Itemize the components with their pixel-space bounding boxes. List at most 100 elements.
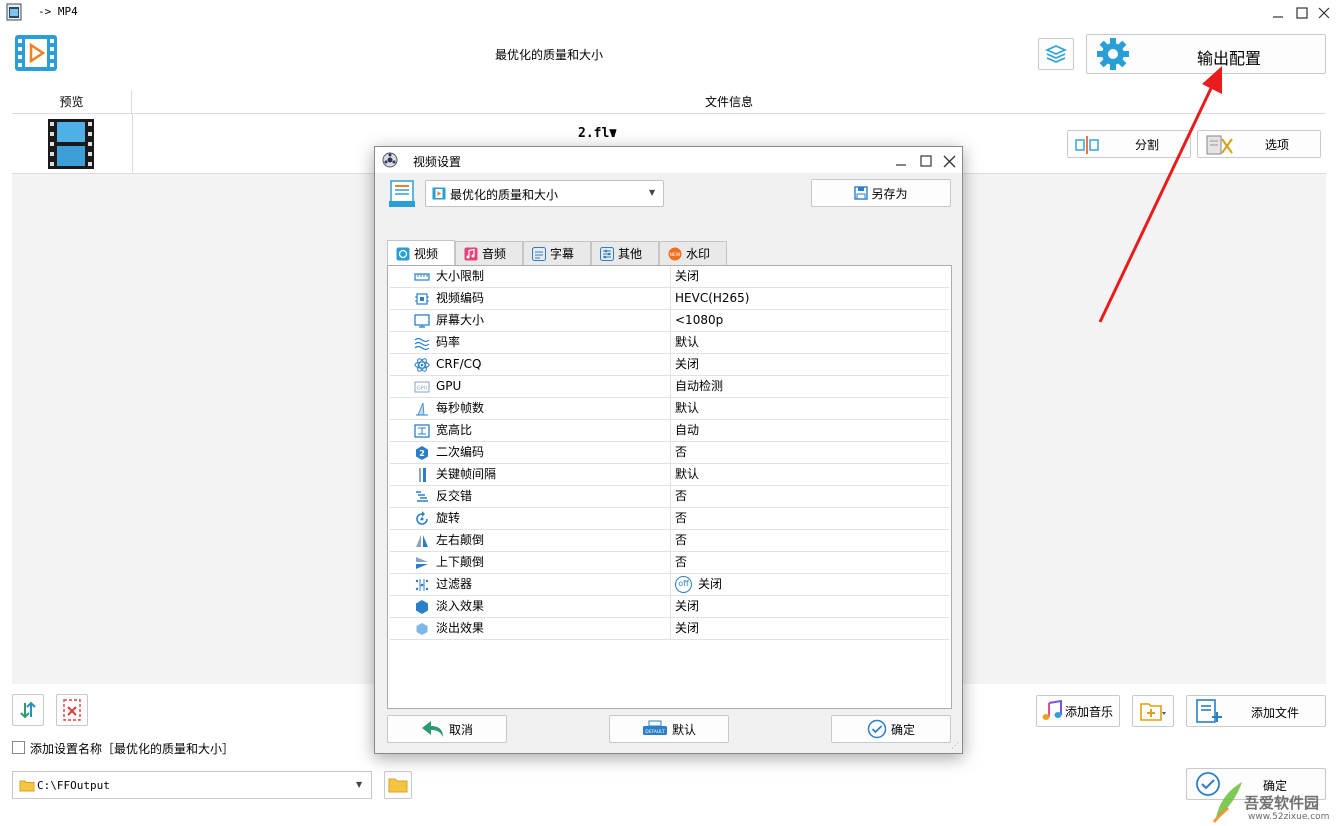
two-pass-icon: 2 <box>414 445 430 461</box>
undo-arrow-icon <box>421 719 445 739</box>
output-path-select[interactable]: C:\FFOutput ▼ <box>12 771 372 799</box>
watermark-tab-icon: NEW <box>668 247 682 261</box>
maximize-icon[interactable] <box>1292 4 1312 22</box>
setting-value[interactable]: 关闭 <box>670 618 949 639</box>
save-as-button[interactable]: 另存为 <box>811 179 951 207</box>
setting-row[interactable]: 2 二次编码 否 <box>390 442 949 464</box>
profile-select[interactable]: 最优化的质量和大小 ▼ <box>425 180 664 207</box>
layers-icon <box>1045 44 1067 64</box>
gpu-icon: GPU <box>414 379 430 395</box>
setting-row[interactable]: 左右颠倒 否 <box>390 530 949 552</box>
setting-value[interactable]: 否 <box>670 552 949 573</box>
tab-other[interactable]: 其他 <box>591 241 659 265</box>
column-header-preview[interactable]: 预览 <box>12 90 132 114</box>
add-folder-button[interactable] <box>1132 695 1174 727</box>
setting-row[interactable]: 上下颠倒 否 <box>390 552 949 574</box>
video-settings-icon <box>381 151 399 169</box>
setting-name: 视频编码 <box>436 291 485 305</box>
setting-row[interactable]: 淡入效果 关闭 <box>390 596 949 618</box>
delete-file-icon <box>63 699 81 721</box>
setting-row[interactable]: 反交错 否 <box>390 486 949 508</box>
settings-grid: 大小限制 关闭视频编码 HEVC(H265) 屏幕大小 <1080p 码率 默认 CRF/CQ… <box>387 265 952 709</box>
setting-row[interactable]: 淡出效果 关闭 <box>390 618 949 640</box>
svg-text:DEFAULT: DEFAULT <box>645 729 665 735</box>
setting-value[interactable]: 否 <box>670 442 949 463</box>
cancel-button[interactable]: 取消 <box>387 715 507 743</box>
aspect-icon <box>414 423 430 439</box>
add-music-label: 添加音乐 <box>1065 704 1114 719</box>
close-icon[interactable] <box>1314 4 1334 22</box>
ok-button[interactable]: 确定 <box>831 715 951 743</box>
setting-value[interactable]: 默认 <box>670 332 949 353</box>
layers-button[interactable] <box>1038 38 1074 70</box>
setting-value-text: <1080p <box>675 313 724 327</box>
setting-row[interactable]: 屏幕大小 <1080p <box>390 310 949 332</box>
browse-folder-button[interactable] <box>384 771 412 799</box>
minimize-icon[interactable] <box>893 153 909 169</box>
setting-value[interactable]: 默认 <box>670 464 949 485</box>
options-label: 选项 <box>1264 137 1289 152</box>
setting-name: 屏幕大小 <box>436 313 485 327</box>
setting-value-text: 自动检测 <box>675 379 724 393</box>
setting-value[interactable]: 否 <box>670 508 949 529</box>
minimize-icon[interactable] <box>1268 4 1288 22</box>
setting-value-text: 关闭 <box>675 599 700 613</box>
setting-value[interactable]: 否 <box>670 530 949 551</box>
resize-grip-icon[interactable]: ⋰ <box>951 741 959 750</box>
setting-row[interactable]: 每秒帧数 默认 <box>390 398 949 420</box>
setting-row[interactable]: 视频编码 HEVC(H265) <box>390 288 949 310</box>
tab-audio[interactable]: 音频 <box>455 241 523 265</box>
setting-value[interactable]: 默认 <box>670 398 949 419</box>
setting-value[interactable]: 否 <box>670 486 949 507</box>
chevron-down-icon: ▼ <box>649 188 656 197</box>
video-format-icon <box>432 187 446 200</box>
window-title: -> MP4 <box>38 5 78 18</box>
video-settings-dialog: 视频设置 最优化的质量和大小 ▼ 另存为 视频 音频 字幕 其他 NEW 水印 … <box>374 146 963 754</box>
setting-value[interactable]: 关闭 <box>670 266 949 287</box>
setting-value[interactable]: 关闭 <box>670 596 949 617</box>
close-icon[interactable] <box>941 153 957 169</box>
setting-row[interactable]: 旋转 否 <box>390 508 949 530</box>
fade-out-icon <box>414 621 430 637</box>
fade-in-icon <box>414 599 430 615</box>
audio-tab-icon <box>464 247 478 261</box>
setting-value[interactable]: 自动检测 <box>670 376 949 397</box>
add-setting-name-label: 添加设置名称［最优化的质量和大小］ <box>30 742 235 756</box>
default-button[interactable]: DEFAULT 默认 <box>609 715 729 743</box>
setting-name: 过滤器 <box>436 577 473 591</box>
chevron-down-icon[interactable]: ▼ <box>609 128 616 138</box>
flip-horizontal-icon <box>414 533 430 549</box>
sort-button[interactable] <box>12 694 44 726</box>
setting-value[interactable]: <1080p <box>670 310 949 331</box>
folder-icon <box>388 777 408 793</box>
setting-row[interactable]: 关键帧间隔 默认 <box>390 464 949 486</box>
watermark-logo <box>1210 778 1246 824</box>
setting-row[interactable]: GPU GPU 自动检测 <box>390 376 949 398</box>
remove-file-button[interactable] <box>56 694 88 726</box>
setting-row[interactable]: 过滤器 off 关闭 <box>390 574 949 596</box>
tab-subtitle[interactable]: 字幕 <box>523 241 591 265</box>
chevron-down-icon: ▼ <box>356 780 363 789</box>
add-file-button[interactable]: 添加文件 <box>1186 695 1326 727</box>
setting-name: 反交错 <box>436 489 473 503</box>
add-music-button[interactable]: 添加音乐 <box>1036 695 1120 727</box>
ok-label: 确定 <box>890 722 915 737</box>
setting-name: 淡入效果 <box>436 599 485 613</box>
setting-value-text: 自动 <box>675 423 700 437</box>
setting-value[interactable]: HEVC(H265) <box>670 288 949 309</box>
chip-icon <box>414 291 430 307</box>
setting-value-text: 关闭 <box>675 621 700 635</box>
setting-row[interactable]: 宽高比 自动 <box>390 420 949 442</box>
setting-row[interactable]: 大小限制 关闭 <box>390 266 949 288</box>
setting-value[interactable]: off 关闭 <box>670 574 949 595</box>
tab-video[interactable]: 视频 <box>387 240 455 266</box>
maximize-icon[interactable] <box>918 153 934 169</box>
tab-watermark[interactable]: NEW 水印 <box>659 241 727 265</box>
add-setting-name-checkbox[interactable] <box>12 741 25 754</box>
setting-row[interactable]: CRF/CQ 关闭 <box>390 354 949 376</box>
setting-row[interactable]: 码率 默认 <box>390 332 949 354</box>
setting-value[interactable]: 自动 <box>670 420 949 441</box>
setting-value[interactable]: 关闭 <box>670 354 949 375</box>
frames-icon <box>414 401 430 417</box>
subtitle-tab-icon <box>532 246 546 261</box>
